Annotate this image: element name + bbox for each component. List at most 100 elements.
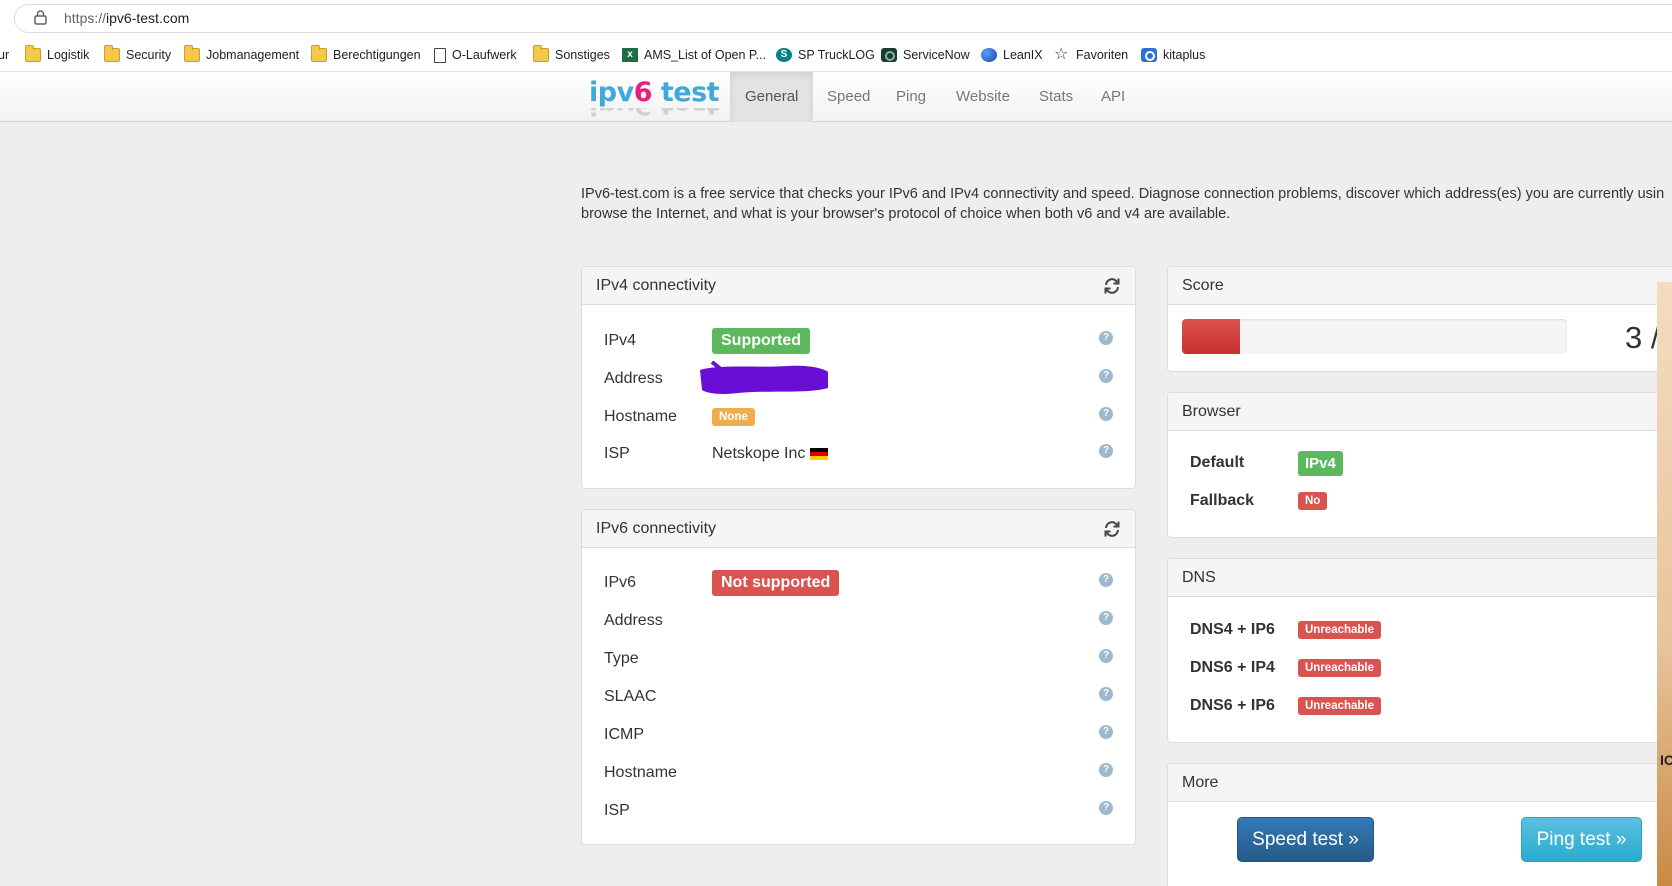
row-label: DNS6 + IP4 <box>1190 659 1275 676</box>
browser-fallback-row: Fallback No <box>1190 488 1328 514</box>
servicenow-icon <box>881 48 897 62</box>
row-label: DNS6 + IP6 <box>1190 697 1275 714</box>
status-badge: Supported <box>712 328 810 354</box>
leanix-icon <box>981 48 997 62</box>
logo-reflection: ipv6 test <box>589 108 719 120</box>
help-icon[interactable]: ? <box>1099 444 1113 458</box>
ipv6-panel: IPv6 connectivity IPv6 Not supported ? A… <box>581 509 1136 845</box>
bookmark-o-laufwerk[interactable]: O-Laufwerk <box>434 46 517 64</box>
speed-test-button[interactable]: Speed test » <box>1237 817 1374 862</box>
bookmark-truncated[interactable]: ur <box>0 46 9 64</box>
bookmark-leanix[interactable]: LeanIX <box>981 46 1043 64</box>
bookmark-sp-trucklog[interactable]: S SP TruckLOG <box>776 46 875 64</box>
help-icon[interactable]: ? <box>1099 763 1113 777</box>
bookmark-sonstiges[interactable]: Sonstiges <box>533 45 610 64</box>
browser-default-row: Default IPv4 <box>1190 450 1343 476</box>
address-bar-area: https://ipv6-test.com <box>0 0 1672 38</box>
help-icon[interactable]: ? <box>1099 687 1113 701</box>
nav-tab-stats[interactable]: Stats <box>1024 72 1088 122</box>
bookmark-label: ur <box>0 48 10 62</box>
ipv6-type-row: Type <box>604 646 712 672</box>
status-badge: Unreachable <box>1298 697 1382 715</box>
dns-row: DNS6 + IP6 Unreachable <box>1190 693 1382 719</box>
score-progress-bar <box>1182 319 1567 354</box>
bookmark-label: Security <box>126 48 172 62</box>
panel-title: Score <box>1182 277 1224 294</box>
side-advertisement[interactable] <box>1657 282 1672 886</box>
ipv6-icmp-row: ICMP <box>604 722 712 748</box>
help-icon[interactable]: ? <box>1099 725 1113 739</box>
row-label: SLAAC <box>604 688 657 705</box>
url-scheme: https:// <box>64 10 107 26</box>
isp-value: Netskope Inc <box>712 445 829 463</box>
score-panel-header: Score <box>1168 267 1672 305</box>
folder-icon <box>25 45 41 62</box>
bookmark-label: ServiceNow <box>903 48 970 62</box>
logo-text-suffix: test <box>651 77 720 108</box>
status-badge: No <box>1298 492 1328 510</box>
status-badge: Unreachable <box>1298 659 1382 677</box>
dns-row: DNS4 + IP6 Unreachable <box>1190 617 1382 643</box>
logo-reflection-prefix: ipv <box>589 108 634 120</box>
help-icon[interactable]: ? <box>1099 573 1113 587</box>
panel-title: IPv6 connectivity <box>596 520 717 537</box>
folder-icon <box>184 45 200 62</box>
url-text[interactable]: https://ipv6-test.com <box>64 10 189 26</box>
bookmark-label: O-Laufwerk <box>452 48 517 62</box>
nav-tab-website[interactable]: Website <box>941 72 1025 122</box>
bookmark-jobmanagement[interactable]: Jobmanagement <box>184 45 299 64</box>
row-label: ISP <box>604 445 630 462</box>
ipv6-slaac-row: SLAAC <box>604 684 712 710</box>
folder-icon <box>533 45 549 62</box>
browser-panel: Browser Default IPv4 Fallback No <box>1167 392 1672 538</box>
row-label: Hostname <box>604 764 677 781</box>
nav-tab-ping[interactable]: Ping <box>881 72 941 122</box>
site-logo[interactable]: ipv6 test <box>589 77 720 108</box>
help-icon[interactable]: ? <box>1099 801 1113 815</box>
bookmark-favoriten[interactable]: ☆ Favoriten <box>1054 46 1128 64</box>
panel-title: Browser <box>1182 403 1241 420</box>
bookmark-label: Logistik <box>47 48 90 62</box>
bookmark-logistik[interactable]: Logistik <box>25 45 90 64</box>
ping-test-button[interactable]: Ping test » <box>1521 817 1642 862</box>
ipv4-address-row: Address <box>604 366 712 392</box>
site-navbar: ipv6 test ipv6 test General Speed Ping W… <box>0 72 1672 122</box>
score-progress-fill <box>1182 319 1240 354</box>
bookmark-kitaplus[interactable]: kitaplus <box>1141 46 1205 64</box>
lock-icon[interactable] <box>34 10 47 25</box>
isp-name: Netskope Inc <box>712 445 806 462</box>
browser-panel-header: Browser <box>1168 393 1672 431</box>
url-field[interactable] <box>14 4 1672 33</box>
row-label: Fallback <box>1190 492 1255 509</box>
refresh-icon[interactable] <box>1103 277 1121 295</box>
help-icon[interactable]: ? <box>1099 407 1113 421</box>
ipv4-isp-row: ISP Netskope Inc <box>604 441 829 467</box>
page-icon <box>434 47 446 63</box>
sharepoint-icon: S <box>776 48 792 62</box>
panel-title: IPv4 connectivity <box>596 277 717 294</box>
panel-title: DNS <box>1182 569 1216 586</box>
help-icon[interactable]: ? <box>1099 331 1113 345</box>
excel-icon: x <box>622 48 638 62</box>
nav-tab-general[interactable]: General <box>730 72 814 122</box>
logo-text-prefix: ipv <box>589 77 634 108</box>
logo-text-six: 6 <box>633 77 653 108</box>
ipv6-hostname-row: Hostname <box>604 760 712 786</box>
help-icon[interactable]: ? <box>1099 369 1113 383</box>
bookmark-servicenow[interactable]: ServiceNow <box>881 46 970 64</box>
nav-tab-speed[interactable]: Speed <box>812 72 885 122</box>
bookmark-security[interactable]: Security <box>104 45 172 64</box>
refresh-icon[interactable] <box>1103 520 1121 538</box>
row-label: Address <box>604 612 663 629</box>
bookmark-label: kitaplus <box>1163 48 1206 62</box>
nav-tab-api[interactable]: API <box>1086 72 1140 122</box>
bookmark-berechtigungen[interactable]: Berechtigungen <box>311 45 421 64</box>
url-host: ipv6-test.com <box>106 10 190 26</box>
status-badge: Unreachable <box>1298 621 1382 639</box>
bookmark-ams-list[interactable]: x AMS_List of Open P... <box>622 46 766 64</box>
help-icon[interactable]: ? <box>1099 611 1113 625</box>
redaction-scribble <box>700 360 828 394</box>
row-label: Default <box>1190 454 1245 471</box>
help-icon[interactable]: ? <box>1099 649 1113 663</box>
star-icon: ☆ <box>1054 46 1069 63</box>
